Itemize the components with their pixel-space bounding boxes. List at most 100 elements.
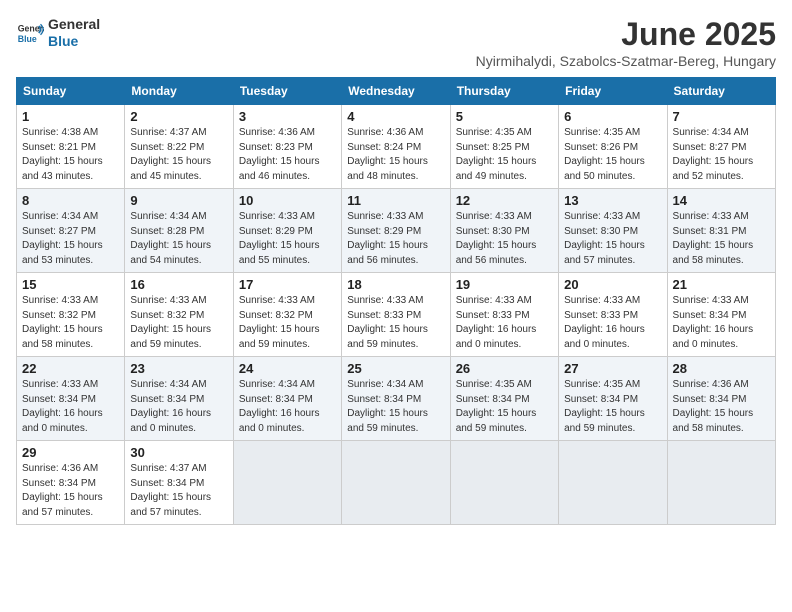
col-header-saturday: Saturday (667, 78, 775, 105)
calendar-cell: 18Sunrise: 4:33 AMSunset: 8:33 PMDayligh… (342, 273, 450, 357)
day-number: 6 (564, 109, 661, 124)
calendar-week-1: 1Sunrise: 4:38 AMSunset: 8:21 PMDaylight… (17, 105, 776, 189)
calendar-cell: 11 Sunrise: 4:33 AMSunset: 8:29 PMDayligh… (342, 189, 450, 273)
day-info: Sunrise: 4:33 AMSunset: 8:33 PMDaylight:… (564, 294, 661, 352)
day-number: 22 (22, 361, 119, 376)
day-number: 15 (22, 277, 119, 292)
logo-icon: General Blue (16, 19, 44, 47)
day-info: Sunrise: 4:36 AMSunset: 8:24 PMDaylight:… (347, 126, 444, 184)
day-number: 11 (347, 193, 444, 208)
calendar-cell: 14Sunrise: 4:33 AMSunset: 8:31 PMDayligh… (667, 189, 775, 273)
day-info: Sunrise: 4:37 AMSunset: 8:22 PMDaylight:… (130, 126, 227, 184)
calendar-cell: 19 Sunrise: 4:33 AMSunset: 8:33 PMDayligh… (450, 273, 558, 357)
day-info: Sunrise: 4:33 AMSunset: 8:34 PMDaylight:… (673, 294, 770, 352)
calendar-cell: 24 Sunrise: 4:34 AMSunset: 8:34 PMDayligh… (233, 357, 341, 441)
day-number: 23 (130, 361, 227, 376)
day-info: Sunrise: 4:34 AMSunset: 8:34 PMDaylight:… (130, 378, 227, 436)
calendar-cell: 15 Sunrise: 4:33 AMSunset: 8:32 PMDayligh… (17, 273, 125, 357)
day-info: Sunrise: 4:33 AMSunset: 8:32 PMDaylight:… (22, 294, 119, 352)
day-info: Sunrise: 4:33 AMSunset: 8:30 PMDaylight:… (456, 210, 553, 268)
day-number: 28 (673, 361, 770, 376)
day-info: Sunrise: 4:35 AMSunset: 8:34 PMDaylight:… (564, 378, 661, 436)
day-number: 7 (673, 109, 770, 124)
col-header-tuesday: Tuesday (233, 78, 341, 105)
calendar-cell: 13 Sunrise: 4:33 AMSunset: 8:30 PMDayligh… (559, 189, 667, 273)
calendar-cell: 29 Sunrise: 4:36 AMSunset: 8:34 PMDayligh… (17, 441, 125, 525)
calendar-cell: 17Sunrise: 4:33 AMSunset: 8:32 PMDayligh… (233, 273, 341, 357)
calendar-cell: 1Sunrise: 4:38 AMSunset: 8:21 PMDaylight… (17, 105, 125, 189)
day-info: Sunrise: 4:33 AMSunset: 8:32 PMDaylight:… (130, 294, 227, 352)
calendar-cell: 23 Sunrise: 4:34 AMSunset: 8:34 PMDayligh… (125, 357, 233, 441)
day-number: 21 (673, 277, 770, 292)
day-number: 13 (564, 193, 661, 208)
day-number: 16 (130, 277, 227, 292)
calendar-subtitle: Nyirmihalydi, Szabolcs-Szatmar-Bereg, Hu… (476, 53, 776, 69)
day-number: 3 (239, 109, 336, 124)
calendar-cell: 12 Sunrise: 4:33 AMSunset: 8:30 PMDayligh… (450, 189, 558, 273)
calendar-cell: 22Sunrise: 4:33 AMSunset: 8:34 PMDayligh… (17, 357, 125, 441)
calendar-cell: 26 Sunrise: 4:35 AMSunset: 8:34 PMDayligh… (450, 357, 558, 441)
logo-text: General Blue (48, 16, 100, 50)
calendar-cell: 30Sunrise: 4:37 AMSunset: 8:34 PMDayligh… (125, 441, 233, 525)
col-header-monday: Monday (125, 78, 233, 105)
col-header-thursday: Thursday (450, 78, 558, 105)
day-info: Sunrise: 4:33 AMSunset: 8:30 PMDaylight:… (564, 210, 661, 268)
title-block: June 2025 Nyirmihalydi, Szabolcs-Szatmar… (476, 16, 776, 69)
calendar-week-5: 29 Sunrise: 4:36 AMSunset: 8:34 PMDayligh… (17, 441, 776, 525)
logo-line2: Blue (48, 33, 78, 49)
day-info: Sunrise: 4:34 AMSunset: 8:34 PMDaylight:… (239, 378, 336, 436)
calendar-header-row: SundayMondayTuesdayWednesdayThursdayFrid… (17, 78, 776, 105)
day-number: 12 (456, 193, 553, 208)
calendar-cell: 21 Sunrise: 4:33 AMSunset: 8:34 PMDayligh… (667, 273, 775, 357)
day-info: Sunrise: 4:33 AMSunset: 8:33 PMDaylight:… (456, 294, 553, 352)
day-number: 25 (347, 361, 444, 376)
day-number: 2 (130, 109, 227, 124)
calendar-table: SundayMondayTuesdayWednesdayThursdayFrid… (16, 77, 776, 525)
calendar-cell (667, 441, 775, 525)
day-number: 26 (456, 361, 553, 376)
day-info: Sunrise: 4:35 AMSunset: 8:25 PMDaylight:… (456, 126, 553, 184)
calendar-cell: 2 Sunrise: 4:37 AMSunset: 8:22 PMDaylight… (125, 105, 233, 189)
calendar-cell: 10Sunrise: 4:33 AMSunset: 8:29 PMDayligh… (233, 189, 341, 273)
day-number: 17 (239, 277, 336, 292)
calendar-cell: 20Sunrise: 4:33 AMSunset: 8:33 PMDayligh… (559, 273, 667, 357)
day-info: Sunrise: 4:33 AMSunset: 8:29 PMDaylight:… (347, 210, 444, 268)
calendar-cell: 9Sunrise: 4:34 AMSunset: 8:28 PMDaylight… (125, 189, 233, 273)
calendar-cell: 8 Sunrise: 4:34 AMSunset: 8:27 PMDaylight… (17, 189, 125, 273)
calendar-cell (559, 441, 667, 525)
day-number: 1 (22, 109, 119, 124)
day-info: Sunrise: 4:34 AMSunset: 8:27 PMDaylight:… (22, 210, 119, 268)
calendar-cell: 5 Sunrise: 4:35 AMSunset: 8:25 PMDaylight… (450, 105, 558, 189)
day-number: 4 (347, 109, 444, 124)
calendar-cell: 7Sunrise: 4:34 AMSunset: 8:27 PMDaylight… (667, 105, 775, 189)
day-info: Sunrise: 4:34 AMSunset: 8:28 PMDaylight:… (130, 210, 227, 268)
logo: General Blue General Blue (16, 16, 100, 50)
calendar-title: June 2025 (476, 16, 776, 53)
calendar-cell: 27Sunrise: 4:35 AMSunset: 8:34 PMDayligh… (559, 357, 667, 441)
calendar-week-4: 22Sunrise: 4:33 AMSunset: 8:34 PMDayligh… (17, 357, 776, 441)
calendar-cell: 3 Sunrise: 4:36 AMSunset: 8:23 PMDaylight… (233, 105, 341, 189)
calendar-week-3: 15 Sunrise: 4:33 AMSunset: 8:32 PMDayligh… (17, 273, 776, 357)
day-info: Sunrise: 4:35 AMSunset: 8:26 PMDaylight:… (564, 126, 661, 184)
day-info: Sunrise: 4:34 AMSunset: 8:34 PMDaylight:… (347, 378, 444, 436)
calendar-cell: 28Sunrise: 4:36 AMSunset: 8:34 PMDayligh… (667, 357, 775, 441)
day-info: Sunrise: 4:36 AMSunset: 8:23 PMDaylight:… (239, 126, 336, 184)
day-info: Sunrise: 4:35 AMSunset: 8:34 PMDaylight:… (456, 378, 553, 436)
day-number: 19 (456, 277, 553, 292)
calendar-cell: 4 Sunrise: 4:36 AMSunset: 8:24 PMDaylight… (342, 105, 450, 189)
svg-text:Blue: Blue (18, 34, 37, 44)
day-number: 29 (22, 445, 119, 460)
day-number: 8 (22, 193, 119, 208)
logo-line1: General (48, 16, 100, 33)
day-info: Sunrise: 4:37 AMSunset: 8:34 PMDaylight:… (130, 462, 227, 520)
header: General Blue General Blue June 2025 Nyir… (16, 16, 776, 69)
day-number: 5 (456, 109, 553, 124)
calendar-cell (233, 441, 341, 525)
calendar-week-2: 8 Sunrise: 4:34 AMSunset: 8:27 PMDaylight… (17, 189, 776, 273)
calendar-cell (450, 441, 558, 525)
day-number: 24 (239, 361, 336, 376)
day-info: Sunrise: 4:33 AMSunset: 8:31 PMDaylight:… (673, 210, 770, 268)
day-info: Sunrise: 4:36 AMSunset: 8:34 PMDaylight:… (22, 462, 119, 520)
col-header-wednesday: Wednesday (342, 78, 450, 105)
day-number: 10 (239, 193, 336, 208)
